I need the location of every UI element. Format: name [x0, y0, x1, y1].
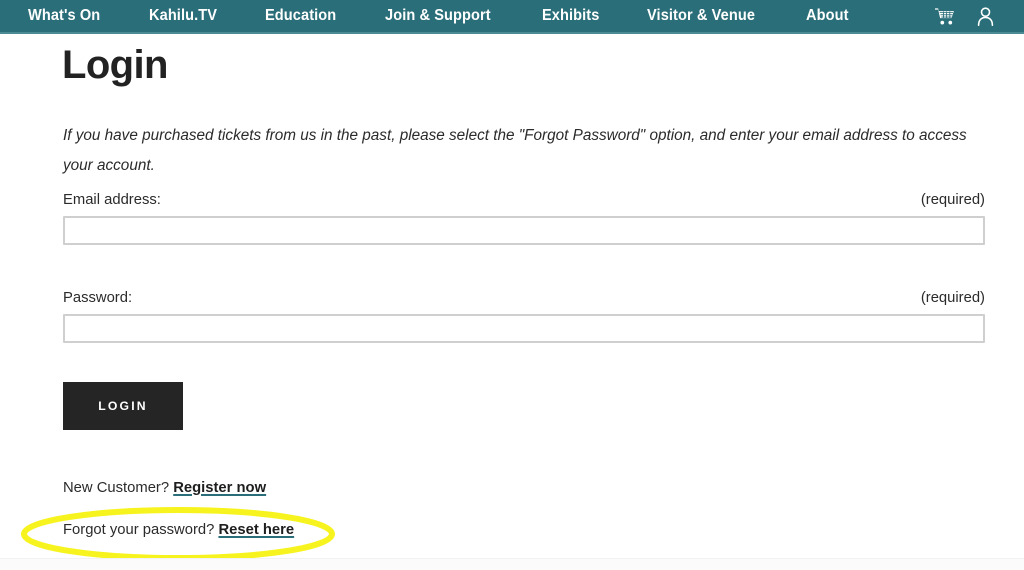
- page-bottom-strip: [0, 558, 1024, 570]
- email-field-label: Email address:: [63, 192, 161, 208]
- page-content: Login If you have purchased tickets from…: [0, 34, 1024, 570]
- nav-item-whats-on[interactable]: What's On: [28, 0, 100, 32]
- nav-icon-group: [935, 0, 994, 32]
- password-required-note: (required): [920, 290, 985, 306]
- register-now-link[interactable]: Register now: [173, 480, 266, 496]
- new-customer-prefix-text: New Customer?: [63, 480, 174, 496]
- nav-item-kahilu-tv[interactable]: Kahilu.TV: [149, 0, 217, 32]
- password-label-row: Password: (required): [63, 290, 985, 306]
- email-input[interactable]: [63, 216, 985, 245]
- login-submit-button[interactable]: Login: [63, 382, 183, 430]
- forgot-password-prefix-text: Forgot your password?: [63, 522, 219, 538]
- page-title: Login: [62, 43, 168, 87]
- nav-item-join-support[interactable]: Join & Support: [385, 0, 491, 32]
- nav-item-education[interactable]: Education: [265, 0, 336, 32]
- forgot-password-line: Forgot your password? Reset here: [63, 522, 294, 538]
- intro-instructions: If you have purchased tickets from us in…: [63, 127, 967, 174]
- password-input[interactable]: [63, 314, 985, 343]
- nav-item-exhibits[interactable]: Exhibits: [542, 0, 599, 32]
- main-navigation-bar: What's On Kahilu.TV Education Join & Sup…: [0, 0, 1024, 34]
- password-field-label: Password:: [63, 290, 133, 306]
- email-required-note: (required): [920, 192, 985, 208]
- email-label-row: Email address: (required): [63, 192, 985, 208]
- user-account-icon[interactable]: [977, 6, 994, 26]
- nav-item-visitor-venue[interactable]: Visitor & Venue: [647, 0, 755, 32]
- shopping-cart-icon[interactable]: [935, 7, 955, 25]
- password-field-group: Password: (required): [63, 290, 985, 343]
- nav-item-about[interactable]: About: [806, 0, 849, 32]
- email-field-group: Email address: (required): [63, 192, 985, 245]
- reset-here-link[interactable]: Reset here: [218, 522, 294, 538]
- new-customer-line: New Customer? Register now: [63, 480, 266, 496]
